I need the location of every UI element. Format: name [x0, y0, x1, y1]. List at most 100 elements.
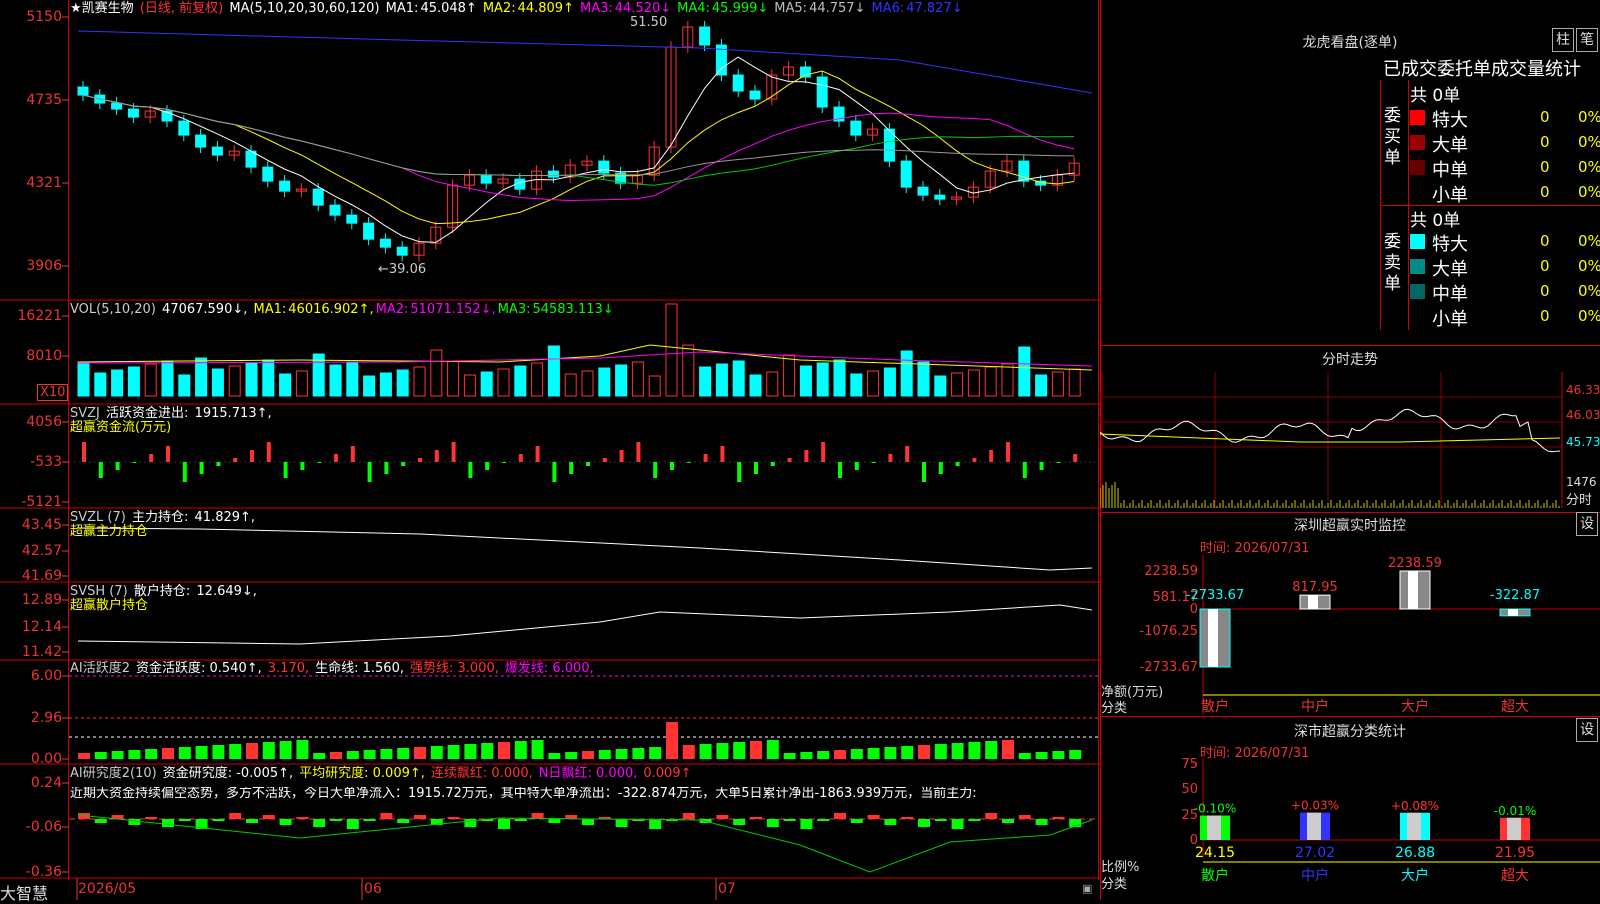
research-bar	[649, 819, 662, 829]
volume-bar	[799, 365, 812, 397]
intraday-title: 分时走势	[1322, 352, 1378, 368]
volume-bar	[211, 368, 224, 397]
order-count: 0	[1540, 257, 1550, 275]
research-bar	[951, 819, 964, 829]
activity-bar	[884, 747, 897, 759]
flow-bar	[283, 462, 288, 478]
order-type-label: 小单	[1432, 309, 1468, 330]
tick-view-button[interactable]: 笔	[1576, 28, 1598, 52]
ma-value: MA2:	[482, 1, 516, 16]
flow-bar	[737, 462, 742, 482]
flow-bar	[334, 454, 338, 462]
order-type-label: 中单	[1432, 160, 1468, 181]
flow-bar	[300, 462, 305, 470]
activity-bar	[1069, 750, 1082, 759]
research-bar	[934, 819, 947, 821]
flow-bar	[98, 462, 103, 478]
flow-bar	[955, 462, 960, 466]
research-bar	[918, 819, 930, 827]
candle-body	[279, 180, 291, 192]
flow-bar	[871, 462, 876, 463]
research-bar	[548, 819, 561, 823]
research-bar	[867, 815, 880, 819]
activity-bar	[934, 744, 947, 759]
svsh-panel	[77, 604, 1093, 645]
y-tick-label: 3906	[26, 258, 62, 274]
volume-bar	[867, 370, 880, 397]
flow-bar	[485, 462, 490, 470]
volume-bar	[967, 369, 980, 397]
research-bar	[750, 817, 762, 819]
intraday-y-tick: 46.33	[1566, 383, 1600, 397]
activity-bar	[78, 753, 90, 759]
y-tick-label: 12.89	[21, 592, 62, 608]
candle-body	[379, 238, 391, 248]
volume-bar	[363, 375, 376, 397]
order-count: 0	[1540, 108, 1550, 126]
activity-bar	[598, 750, 611, 759]
intraday-chart[interactable]: 46.33 46.03 45.73 1476 分时	[1100, 372, 1600, 512]
volume-bar	[111, 369, 124, 397]
ma-value-number: 44.809↑	[517, 1, 574, 16]
order-type-label: 特大	[1432, 234, 1468, 255]
flow-bar	[703, 454, 708, 462]
order-count: 0	[1540, 183, 1550, 201]
order-type-label: 大单	[1432, 135, 1468, 156]
flow-bar	[1056, 462, 1061, 463]
activity-bar	[246, 743, 258, 759]
order-color-swatch	[1410, 234, 1425, 249]
order-percent: 0%	[1578, 108, 1600, 126]
ai-activity-header: AI活跃度2 资金活跃度: 0.540↑, 3.170, 生命线: 1.560, 强势线…	[70, 661, 594, 676]
longhu-title: 龙虎看盘(逐单)	[1302, 35, 1398, 51]
activity-bar	[1035, 752, 1048, 759]
flow-bar	[115, 462, 120, 470]
flow-bar	[569, 462, 574, 474]
flow-bar	[787, 458, 792, 462]
flow-bar	[938, 462, 943, 474]
indicator-value: 3.170,	[267, 661, 310, 676]
net-amount-label: -2733.67	[1186, 588, 1244, 603]
flow-bar	[1039, 462, 1044, 470]
y-tick-label: -533	[30, 454, 62, 470]
order-count: 0	[1540, 282, 1550, 300]
kline-chart-area[interactable]	[0, 0, 1100, 900]
ai-commentary: 近期大资金持续偏空态势，多方不活跃，今日大单净流入：1915.72万元，其中特大…	[70, 787, 977, 801]
research-bar	[850, 819, 863, 823]
y-tick-label: 41.69	[21, 568, 62, 584]
activity-bar	[699, 744, 712, 759]
research-bar	[128, 819, 141, 825]
activity-bar	[850, 749, 863, 759]
classify-settings-button[interactable]: 设	[1576, 718, 1598, 742]
flow-bar	[1006, 442, 1010, 462]
sell-orders-label: 委卖单	[1384, 232, 1401, 294]
flow-bar	[535, 446, 540, 462]
monitor-settings-button[interactable]: 设	[1576, 512, 1598, 536]
y-tick-label: -0.06	[25, 819, 62, 835]
activity-bar	[514, 741, 527, 759]
y-tick-label: -5121	[21, 494, 62, 510]
activity-bar	[430, 746, 443, 759]
flow-bar	[636, 442, 641, 462]
ratio-change-label: +0.03%	[1291, 799, 1339, 813]
svsh-header: SVSH (7) 散户持仓: 12.649↓,	[70, 584, 257, 599]
flow-bar	[905, 446, 910, 462]
flow-bar	[619, 450, 624, 462]
intraday-y-tick: 1476	[1566, 475, 1597, 489]
monitor-y-tick: 0	[1190, 602, 1198, 617]
vol-header: VOL(5,10,20) 47067.590↓, MA1: 46016.902↑,…	[70, 302, 614, 317]
volume-bar	[346, 361, 359, 397]
candle-body	[917, 186, 929, 196]
classify-y-tick: 75	[1181, 758, 1198, 772]
monitor-y-tick: 2238.59	[1144, 564, 1198, 579]
bar-view-button[interactable]: 柱	[1552, 28, 1574, 52]
flow-bar	[317, 462, 322, 463]
research-bar	[582, 819, 594, 825]
order-color-swatch	[1410, 284, 1425, 299]
order-percent: 0%	[1578, 232, 1600, 250]
net-amount-label: 2238.59	[1388, 556, 1442, 571]
volume-bar	[564, 373, 577, 397]
candle-body	[262, 166, 274, 182]
flow-bar	[770, 462, 775, 466]
intraday-avg-line	[1100, 433, 1561, 443]
flow-bar	[468, 462, 473, 478]
